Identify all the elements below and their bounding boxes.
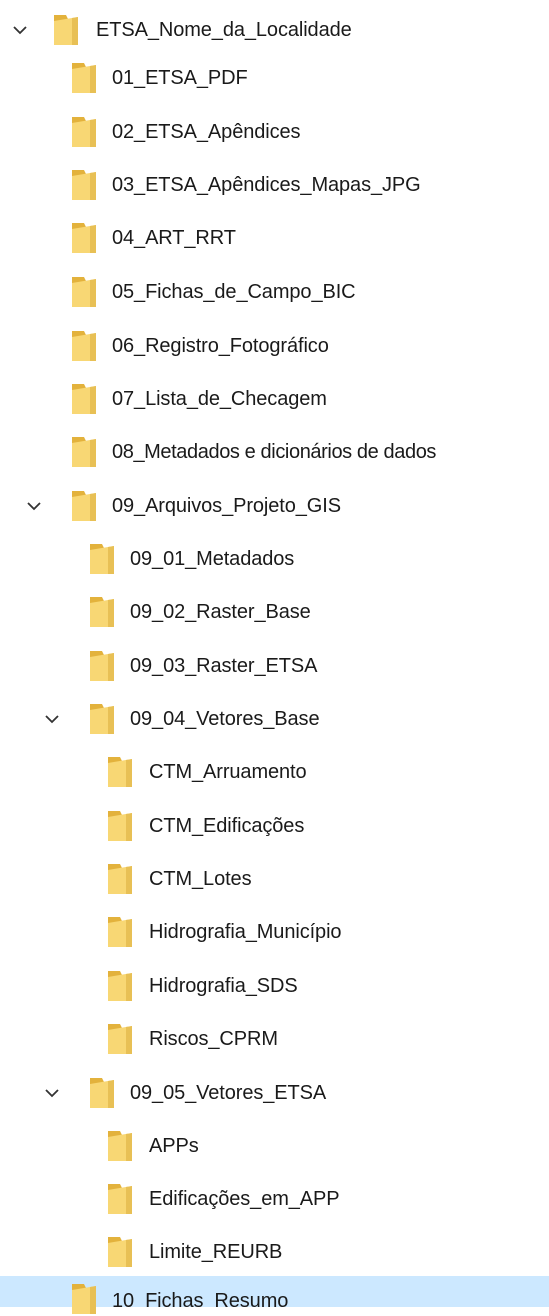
tree-item-label: Hidrografia_SDS <box>149 975 298 997</box>
tree-item[interactable]: 04_ART_RRT <box>0 212 549 264</box>
tree-item-label: Riscos_CPRM <box>149 1028 278 1050</box>
folder-icon <box>90 597 114 627</box>
folder-icon <box>108 917 132 947</box>
tree-item-label: 09_01_Metadados <box>130 548 295 570</box>
folder-icon <box>54 15 78 45</box>
folder-icon <box>72 491 96 521</box>
folder-icon <box>108 864 132 894</box>
tree-item-label: ETSA_Nome_da_Localidade <box>96 19 352 41</box>
tree-item-label: Edificações_em_APP <box>149 1188 340 1210</box>
tree-item-label: 10_Fichas_Resumo <box>112 1290 289 1307</box>
folder-icon <box>72 1284 96 1314</box>
tree-item-selected[interactable]: 10_Fichas_Resumo <box>0 1276 549 1314</box>
tree-item-label: 09_05_Vetores_ETSA <box>130 1082 327 1104</box>
folder-icon <box>72 384 96 414</box>
folder-icon <box>72 63 96 93</box>
tree-item-root[interactable]: ETSA_Nome_da_Localidade <box>0 4 549 56</box>
folder-icon <box>72 170 96 200</box>
tree-item-label: 03_ETSA_Apêndices_Mapas_JPG <box>112 174 421 196</box>
folder-icon <box>90 1078 114 1108</box>
tree-item[interactable]: 09_Arquivos_Projeto_GIS <box>0 480 549 532</box>
tree-item-label: 01_ETSA_PDF <box>112 67 248 89</box>
folder-icon <box>90 704 114 734</box>
folder-icon <box>90 544 114 574</box>
tree-item-label: 09_04_Vetores_Base <box>130 708 320 730</box>
tree-item[interactable]: 02_ETSA_Apêndices <box>0 106 549 158</box>
folder-icon <box>108 1237 132 1267</box>
tree-item-label: 02_ETSA_Apêndices <box>112 121 301 143</box>
folder-icon <box>90 651 114 681</box>
folder-icon <box>72 437 96 467</box>
chevron-down-icon[interactable] <box>42 709 62 729</box>
tree-item-label: CTM_Arruamento <box>149 761 307 783</box>
tree-item-label: 09_03_Raster_ETSA <box>130 655 318 677</box>
tree-item[interactable]: 06_Registro_Fotográfico <box>0 320 549 372</box>
tree-item-label: Limite_REURB <box>149 1241 283 1263</box>
folder-icon <box>72 117 96 147</box>
tree-item-label: 09_02_Raster_Base <box>130 601 311 623</box>
tree-item[interactable]: 05_Fichas_de_Campo_BIC <box>0 266 549 318</box>
folder-icon <box>108 1184 132 1214</box>
tree-item[interactable]: Edificações_em_APP <box>0 1173 549 1225</box>
tree-item-label: 06_Registro_Fotográfico <box>112 335 329 357</box>
folder-icon <box>72 331 96 361</box>
tree-item[interactable]: 01_ETSA_PDF <box>0 52 549 104</box>
tree-item[interactable]: Hidrografia_Município <box>0 906 549 958</box>
tree-item-label: Hidrografia_Município <box>149 921 342 943</box>
folder-tree: ETSA_Nome_da_Localidade 01_ETSA_PDF 02_E… <box>0 0 549 1314</box>
tree-item-label: 04_ART_RRT <box>112 227 236 249</box>
folder-icon <box>108 811 132 841</box>
tree-item[interactable]: 09_01_Metadados <box>0 533 549 585</box>
tree-item[interactable]: 08_Metadados e dicionários de dados <box>0 426 549 478</box>
tree-item[interactable]: 09_03_Raster_ETSA <box>0 640 549 692</box>
tree-item[interactable]: 09_05_Vetores_ETSA <box>0 1067 549 1119</box>
chevron-down-icon[interactable] <box>42 1083 62 1103</box>
tree-item[interactable]: 09_04_Vetores_Base <box>0 693 549 745</box>
tree-item[interactable]: CTM_Edificações <box>0 800 549 852</box>
tree-item[interactable]: 07_Lista_de_Checagem <box>0 373 549 425</box>
tree-item[interactable]: Riscos_CPRM <box>0 1013 549 1065</box>
tree-item[interactable]: CTM_Lotes <box>0 853 549 905</box>
tree-item-label: APPs <box>149 1135 199 1157</box>
tree-item[interactable]: 09_02_Raster_Base <box>0 586 549 638</box>
tree-item-label: CTM_Edificações <box>149 815 305 837</box>
chevron-down-icon[interactable] <box>10 20 30 40</box>
tree-item[interactable]: APPs <box>0 1120 549 1172</box>
chevron-down-icon[interactable] <box>24 496 44 516</box>
tree-item[interactable]: 03_ETSA_Apêndices_Mapas_JPG <box>0 159 549 211</box>
folder-icon <box>72 277 96 307</box>
tree-item-label: 08_Metadados e dicionários de dados <box>112 441 437 463</box>
folder-icon <box>108 757 132 787</box>
folder-icon <box>72 223 96 253</box>
tree-item[interactable]: Hidrografia_SDS <box>0 960 549 1012</box>
folder-icon <box>108 1131 132 1161</box>
tree-item-label: 07_Lista_de_Checagem <box>112 388 327 410</box>
tree-item[interactable]: Limite_REURB <box>0 1226 549 1278</box>
tree-item-label: CTM_Lotes <box>149 868 252 890</box>
folder-icon <box>108 1024 132 1054</box>
tree-item-label: 05_Fichas_de_Campo_BIC <box>112 281 356 303</box>
tree-item-label: 09_Arquivos_Projeto_GIS <box>112 495 341 517</box>
tree-item[interactable]: CTM_Arruamento <box>0 746 549 798</box>
folder-icon <box>108 971 132 1001</box>
